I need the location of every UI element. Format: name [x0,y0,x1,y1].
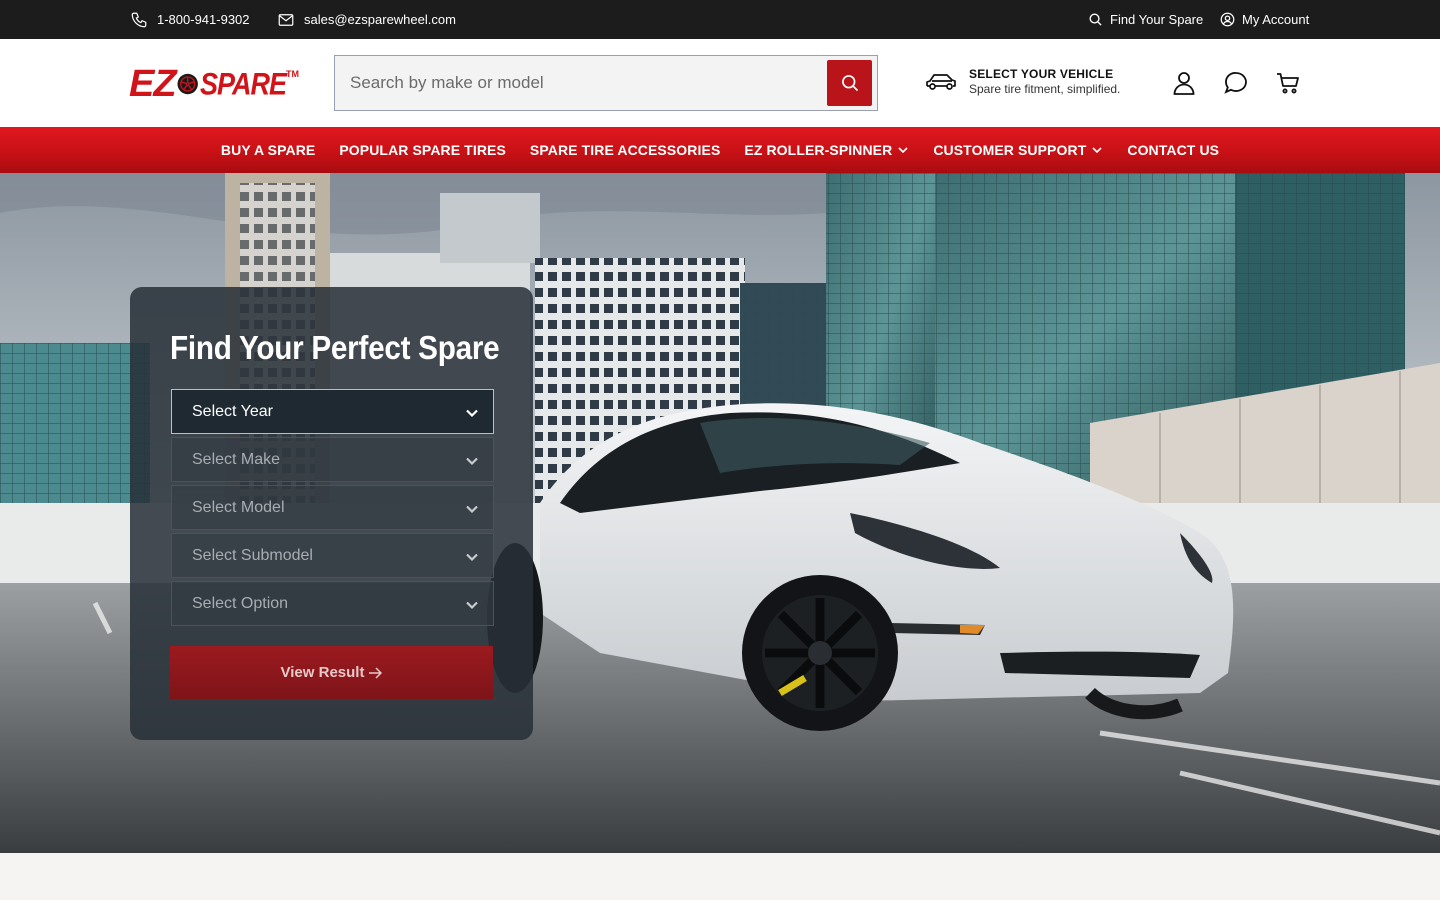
logo-text-ez: EZ [129,62,177,105]
nav-popular-spare-tires[interactable]: POPULAR SPARE TIRES [339,142,506,158]
arrow-right-icon [369,666,383,679]
phone-link[interactable]: 1-800-941-9302 [130,0,250,39]
logo-text-spare: SPARE [199,66,287,101]
wheel-logo-icon [177,73,198,95]
select-vehicle-widget[interactable]: SELECT YOUR VEHICLE Spare tire fitment, … [924,67,1120,96]
nav-label: SPARE TIRE ACCESSORIES [529,142,721,158]
chevron-down-icon [466,457,478,466]
select-option-label: Select Option [192,594,289,612]
select-submodel-dropdown[interactable]: Select Submodel [171,533,494,578]
user-circle-icon [1220,12,1235,27]
email-address: sales@ezsparewheel.com [304,12,456,27]
chevron-down-icon [898,147,908,154]
chat-bubble-icon [1224,72,1247,94]
site-header: EZ SPARE TM Search by make or model SELE… [0,39,1440,127]
spare-finder-panel: Find Your Perfect Spare Select Year Sele… [130,287,533,740]
nav-buy-a-spare[interactable]: BUY A SPARE [221,142,315,158]
search-icon [841,75,858,92]
car-icon [926,73,956,90]
nav-label: CONTACT US [1127,142,1220,158]
search-icon [1089,13,1102,26]
my-account-label: My Account [1242,12,1310,27]
page-content-start [0,853,1440,900]
find-your-spare-label: Find Your Spare [1110,12,1204,27]
finder-title: Find Your Perfect Spare [170,329,500,366]
select-option-dropdown[interactable]: Select Option [171,581,494,626]
search-bar [334,55,878,111]
nav-label: EZ ROLLER-SPINNER [744,142,893,158]
select-year-dropdown[interactable]: Select Year [171,389,494,434]
select-model-dropdown[interactable]: Select Model [171,485,494,530]
chevron-down-icon [466,409,478,418]
find-your-spare-link[interactable]: Find Your Spare [1088,0,1203,39]
cart-button[interactable] [1274,69,1302,97]
nav-label: POPULAR SPARE TIRES [339,142,506,158]
nav-spare-tire-accessories[interactable]: SPARE TIRE ACCESSORIES [530,142,720,158]
select-year-label: Select Year [192,402,273,420]
top-utility-bar: 1-800-941-9302 sales@ezsparewheel.com Fi… [0,0,1440,39]
chevron-down-icon [466,553,478,562]
select-vehicle-subtitle: Spare tire fitment, simplified. [969,82,1121,96]
nav-contact-us[interactable]: CONTACT US [1127,142,1219,158]
nav-label: BUY A SPARE [220,142,316,158]
view-result-label: View Result [280,664,365,681]
chevron-down-icon [1092,147,1102,154]
nav-label: CUSTOMER SUPPORT [933,142,1087,158]
phone-number: 1-800-941-9302 [157,12,250,27]
cart-icon [1277,73,1299,94]
ez-spare-logo[interactable]: EZ SPARE TM [129,61,299,107]
select-vehicle-title: SELECT YOUR VEHICLE [969,67,1114,81]
my-account-link[interactable]: My Account [1220,0,1309,39]
select-make-dropdown[interactable]: Select Make [171,437,494,482]
select-model-label: Select Model [192,498,285,516]
nav-customer-support[interactable]: CUSTOMER SUPPORT [933,142,1103,158]
hero-banner: Find Your Perfect Spare Select Year Sele… [0,173,1440,853]
select-make-label: Select Make [192,450,281,468]
search-input[interactable] [335,56,825,110]
view-result-button[interactable]: View Result [170,646,493,699]
account-button[interactable] [1170,69,1198,97]
main-navigation: BUY A SPARE POPULAR SPARE TIRES SPARE TI… [0,127,1440,173]
chat-button[interactable] [1222,69,1250,97]
user-icon [1173,72,1195,95]
logo-trademark: TM [286,69,299,79]
select-submodel-label: Select Submodel [192,546,313,564]
chevron-down-icon [466,505,478,514]
nav-ez-roller-spinner[interactable]: EZ ROLLER-SPINNER [744,142,909,158]
phone-icon [131,12,147,27]
search-button[interactable] [827,60,872,106]
chevron-down-icon [466,601,478,610]
email-link[interactable]: sales@ezsparewheel.com [277,0,456,39]
mail-icon [278,13,294,26]
